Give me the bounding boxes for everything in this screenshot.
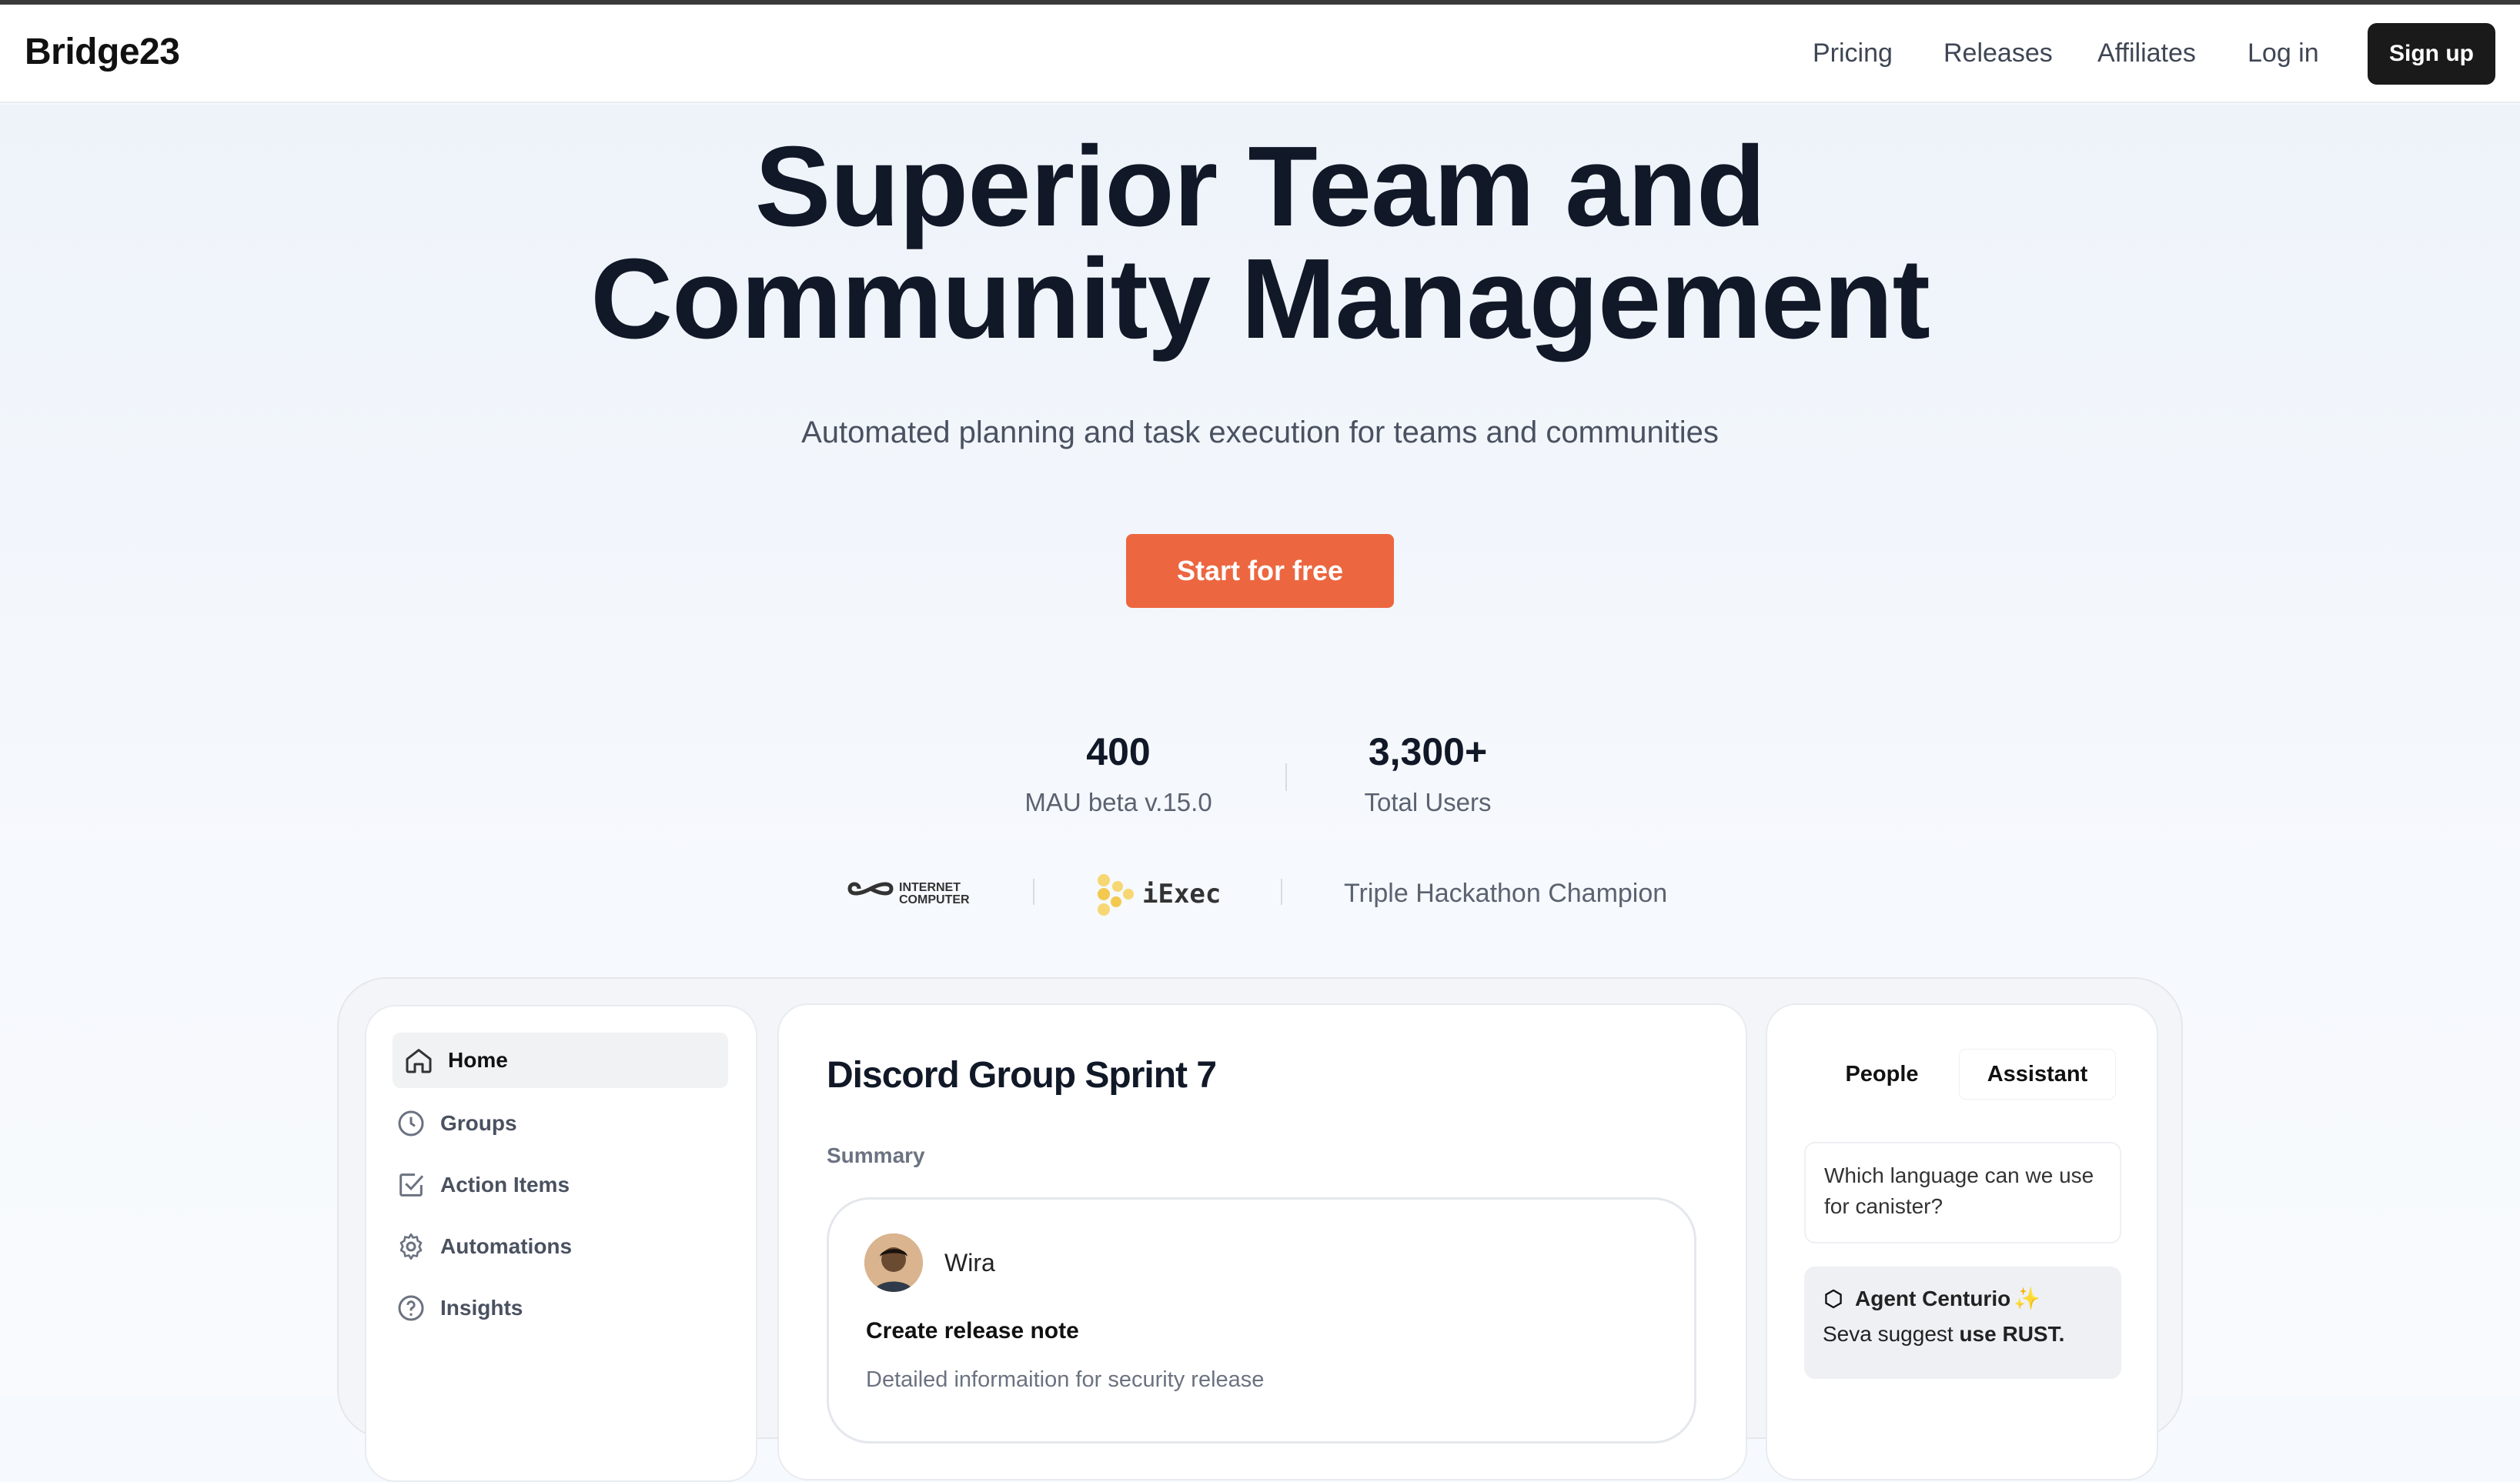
agent-message-highlight: use RUST. — [1959, 1322, 2065, 1346]
sidebar: Home Groups Action Items Automations Ins… — [365, 1005, 757, 1482]
summary-label: Summary — [827, 1143, 925, 1167]
internet-computer-wordmark: INTERNET COMPUTER — [899, 882, 970, 906]
gear-icon — [399, 1233, 423, 1260]
headline-line-2: Community Management — [590, 235, 1930, 362]
ic-line-2: COMPUTER — [899, 893, 970, 906]
sidebar-item-action-items[interactable]: Action Items — [396, 1157, 570, 1213]
partner-divider — [1281, 879, 1282, 905]
headline-line-1: Superior Team and — [754, 123, 1766, 250]
sidebar-item-home[interactable]: Home — [393, 1033, 728, 1088]
group-title: Discord Group Sprint 7 — [827, 1055, 1217, 1096]
sidebar-item-label: Groups — [440, 1111, 517, 1135]
sidebar-item-label: Home — [448, 1048, 508, 1072]
nav-link-login[interactable]: Log in — [2248, 38, 2319, 68]
task-title: Create release note — [866, 1318, 1079, 1343]
hero-headline: Superior Team and Community Management — [0, 123, 2520, 362]
assistant-panel: People Assistant Which language can we u… — [1766, 1003, 2158, 1480]
help-circle-icon — [398, 1295, 424, 1321]
checkbox-icon — [399, 1173, 424, 1197]
nav-link-affiliates[interactable]: Affiliates — [2097, 38, 2196, 68]
clock-icon — [398, 1110, 424, 1137]
home-icon — [406, 1049, 432, 1073]
stat-label: MAU beta v.15.0 — [1024, 788, 1212, 816]
question-bubble: Which language can we use for canister? — [1804, 1142, 2121, 1243]
sidebar-item-label: Automations — [440, 1234, 573, 1258]
logo[interactable]: Bridge23 — [25, 31, 180, 73]
sidebar-item-automations[interactable]: Automations — [396, 1219, 572, 1274]
task-card[interactable]: Wira Create release note Detailed inform… — [827, 1197, 1696, 1444]
agent-reply-bubble: Agent Centurio ✨ Seva suggest use RUST. — [1804, 1267, 2121, 1379]
nav-link-releases[interactable]: Releases — [1943, 38, 2053, 68]
internet-computer-logo-icon — [847, 882, 894, 896]
app-preview: Home Groups Action Items Automations Ins… — [337, 977, 2183, 1482]
ic-line-1: INTERNET — [899, 881, 961, 894]
sidebar-item-insights[interactable]: Insights — [396, 1280, 523, 1336]
hero-subtitle: Automated planning and task execution fo… — [801, 416, 1719, 449]
nav-link-pricing[interactable]: Pricing — [1813, 38, 1893, 68]
main-panel: Discord Group Sprint 7 Summary Wira Crea… — [777, 1003, 1747, 1480]
hackathon-badge: Triple Hackathon Champion — [1344, 879, 1668, 908]
avatar — [864, 1233, 923, 1292]
stat-value: 3,300+ — [1368, 730, 1488, 773]
avatar-image — [864, 1233, 923, 1292]
iexec-wordmark: iExec — [1142, 879, 1222, 910]
partner-divider — [1033, 879, 1034, 905]
stat-label: Total Users — [1364, 788, 1492, 816]
stat-value: 400 — [1086, 730, 1151, 773]
stat-users: 3,300+ Total Users — [1266, 729, 1589, 817]
agent-name: Agent Centurio ✨ — [1823, 1283, 2103, 1314]
sidebar-item-label: Insights — [440, 1296, 523, 1320]
hexagon-icon — [1825, 1289, 1842, 1309]
agent-name-text: Agent Centurio — [1855, 1287, 2011, 1310]
task-description: Detailed informaition for security relea… — [866, 1367, 1265, 1392]
sidebar-item-label: Action Items — [440, 1173, 570, 1197]
tab-people[interactable]: People — [1804, 1050, 1960, 1099]
iexec-logo-icon — [1098, 874, 1134, 916]
start-free-button[interactable]: Start for free — [1126, 534, 1394, 608]
tab-assistant[interactable]: Assistant — [1960, 1050, 2115, 1099]
agent-message: Seva suggest use RUST. — [1823, 1319, 2103, 1350]
sidebar-item-groups[interactable]: Groups — [396, 1096, 517, 1151]
signup-button[interactable]: Sign up — [2368, 23, 2495, 85]
sparkle-icon: ✨ — [2014, 1287, 2041, 1310]
top-nav: Bridge23 Pricing Releases Affiliates Log… — [0, 5, 2520, 103]
stat-mau: 400 MAU beta v.15.0 — [957, 729, 1280, 817]
task-assignee: Wira — [944, 1249, 995, 1277]
agent-message-text: Seva suggest — [1823, 1322, 1960, 1346]
